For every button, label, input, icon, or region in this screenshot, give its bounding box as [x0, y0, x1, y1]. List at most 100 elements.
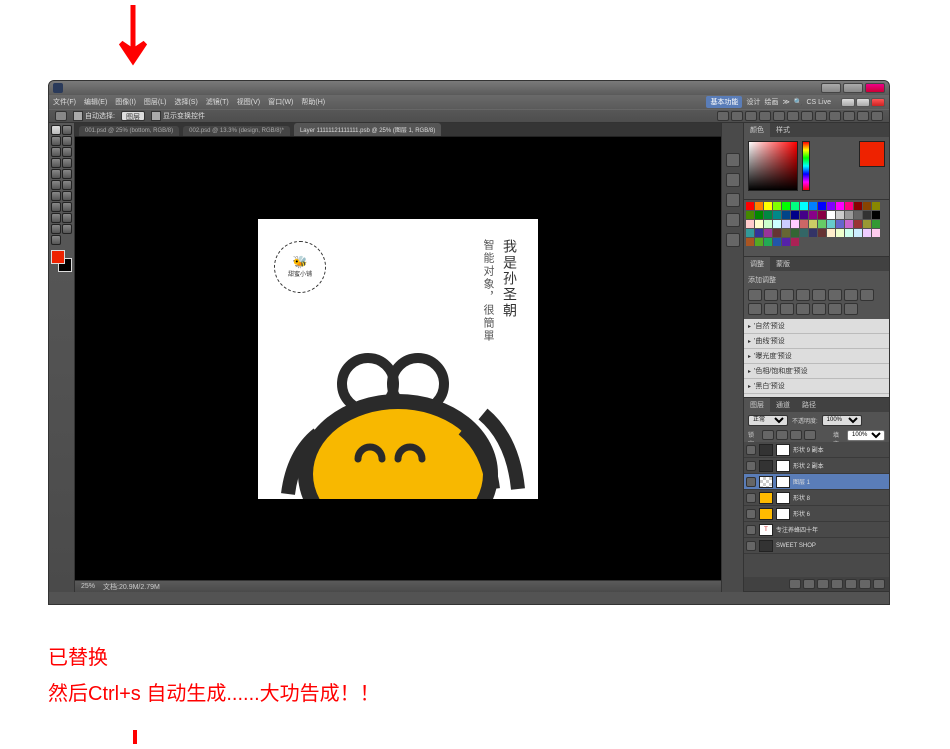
search-icon[interactable]: 🔍	[794, 98, 803, 106]
distribute-icon[interactable]	[857, 111, 869, 121]
stamp-tool[interactable]	[51, 169, 61, 179]
posterize-icon[interactable]	[796, 303, 810, 315]
swatch[interactable]	[836, 202, 844, 210]
workspace-badge[interactable]: 基本功能	[706, 96, 742, 108]
menu-view[interactable]: 视图(V)	[237, 97, 260, 107]
preset-row[interactable]: '自然'预设	[744, 319, 889, 334]
win-close-icon[interactable]	[871, 98, 885, 107]
layer-row[interactable]: 形状 9 副本	[744, 442, 889, 458]
crop-tool[interactable]	[51, 147, 61, 157]
layer-mask[interactable]	[776, 476, 790, 488]
para-icon[interactable]	[726, 193, 740, 207]
current-color[interactable]	[859, 141, 885, 167]
link-icon[interactable]	[789, 579, 801, 589]
color-tab[interactable]: 颜色	[744, 123, 770, 137]
pen-tool[interactable]	[51, 202, 61, 212]
lock-trans-icon[interactable]	[762, 430, 774, 440]
win-max-icon[interactable]	[856, 98, 870, 107]
menu-extras[interactable]: ≫	[782, 98, 789, 106]
swatch[interactable]	[863, 202, 871, 210]
swatch[interactable]	[755, 238, 763, 246]
trash-icon[interactable]	[873, 579, 885, 589]
layers-tab[interactable]: 图层	[744, 398, 770, 412]
visibility-icon[interactable]	[746, 493, 756, 503]
new-layer-icon[interactable]	[859, 579, 871, 589]
distribute-icon[interactable]	[815, 111, 827, 121]
swatch[interactable]	[791, 238, 799, 246]
fg-color[interactable]	[51, 250, 65, 264]
layer-row[interactable]: 形状 8	[744, 490, 889, 506]
swatch[interactable]	[800, 220, 808, 228]
layer-row[interactable]: T专注养蜂四十年	[744, 522, 889, 538]
swatch[interactable]	[764, 202, 772, 210]
bw-icon[interactable]	[860, 289, 874, 301]
swatch[interactable]	[827, 202, 835, 210]
swatch[interactable]	[791, 220, 799, 228]
3d-tool[interactable]	[51, 224, 61, 234]
color-field[interactable]	[748, 141, 798, 191]
history-brush-tool[interactable]	[62, 169, 72, 179]
workspace-design[interactable]: 设计	[746, 97, 760, 107]
distribute-icon[interactable]	[871, 111, 883, 121]
cslive[interactable]: CS Live	[806, 99, 831, 106]
swatch[interactable]	[827, 220, 835, 228]
swatch[interactable]	[791, 202, 799, 210]
fill-input[interactable]: 100%	[847, 430, 885, 441]
align-icon[interactable]	[787, 111, 799, 121]
eraser-tool[interactable]	[51, 180, 61, 190]
swatch[interactable]	[845, 220, 853, 228]
layer-row[interactable]: SWEET SHOP	[744, 538, 889, 554]
swatch[interactable]	[836, 229, 844, 237]
swatch[interactable]	[863, 220, 871, 228]
swatch[interactable]	[845, 211, 853, 219]
layer-thumb[interactable]	[759, 540, 773, 552]
adj-tab[interactable]: 调整	[744, 257, 770, 271]
preset-row[interactable]: '曲线'预设	[744, 334, 889, 349]
menu-layer[interactable]: 图层(L)	[144, 97, 167, 107]
layer-mask[interactable]	[776, 492, 790, 504]
opacity-input[interactable]: 100%	[822, 415, 862, 426]
swatch[interactable]	[827, 211, 835, 219]
align-icon[interactable]	[717, 111, 729, 121]
swatch[interactable]	[782, 202, 790, 210]
swatch-tab[interactable]: 样式	[770, 123, 796, 137]
swatch[interactable]	[764, 229, 772, 237]
swatch[interactable]	[818, 202, 826, 210]
swatch[interactable]	[845, 202, 853, 210]
swatch[interactable]	[854, 229, 862, 237]
layer-mask[interactable]	[776, 444, 790, 456]
swatch[interactable]	[827, 229, 835, 237]
hue-icon[interactable]	[828, 289, 842, 301]
swatch[interactable]	[746, 229, 754, 237]
visibility-icon[interactable]	[746, 509, 756, 519]
mixer-icon[interactable]	[764, 303, 778, 315]
swatch[interactable]	[872, 211, 880, 219]
doc-tab[interactable]: 001.psd @ 25% (bottom, RGB/8)	[79, 126, 179, 136]
swatch[interactable]	[845, 229, 853, 237]
brush-panel-icon[interactable]	[726, 213, 740, 227]
exposure-icon[interactable]	[796, 289, 810, 301]
levels-icon[interactable]	[764, 289, 778, 301]
layer-thumb[interactable]	[759, 492, 773, 504]
visibility-icon[interactable]	[746, 541, 756, 551]
dodge-tool[interactable]	[62, 191, 72, 201]
swatch[interactable]	[818, 211, 826, 219]
preset-row[interactable]: '曝光度'预设	[744, 349, 889, 364]
swatch[interactable]	[773, 202, 781, 210]
swatch[interactable]	[872, 229, 880, 237]
swatch[interactable]	[764, 238, 772, 246]
swatch[interactable]	[773, 220, 781, 228]
auto-select-checkbox[interactable]: 自动选择:	[73, 111, 115, 121]
layer-row[interactable]: 形状 2 副本	[744, 458, 889, 474]
channels-tab[interactable]: 通道	[770, 398, 796, 412]
gradmap-icon[interactable]	[828, 303, 842, 315]
lasso-tool[interactable]	[51, 136, 61, 146]
canvas[interactable]: 🐝 甜蜜小铺 我是孙圣朝 智能对象，很簡單	[75, 137, 721, 580]
distribute-icon[interactable]	[801, 111, 813, 121]
swatch[interactable]	[854, 220, 862, 228]
gradient-tool[interactable]	[62, 180, 72, 190]
fx-icon[interactable]	[803, 579, 815, 589]
swatch[interactable]	[755, 211, 763, 219]
photo-filter-icon[interactable]	[748, 303, 762, 315]
blur-tool[interactable]	[51, 191, 61, 201]
